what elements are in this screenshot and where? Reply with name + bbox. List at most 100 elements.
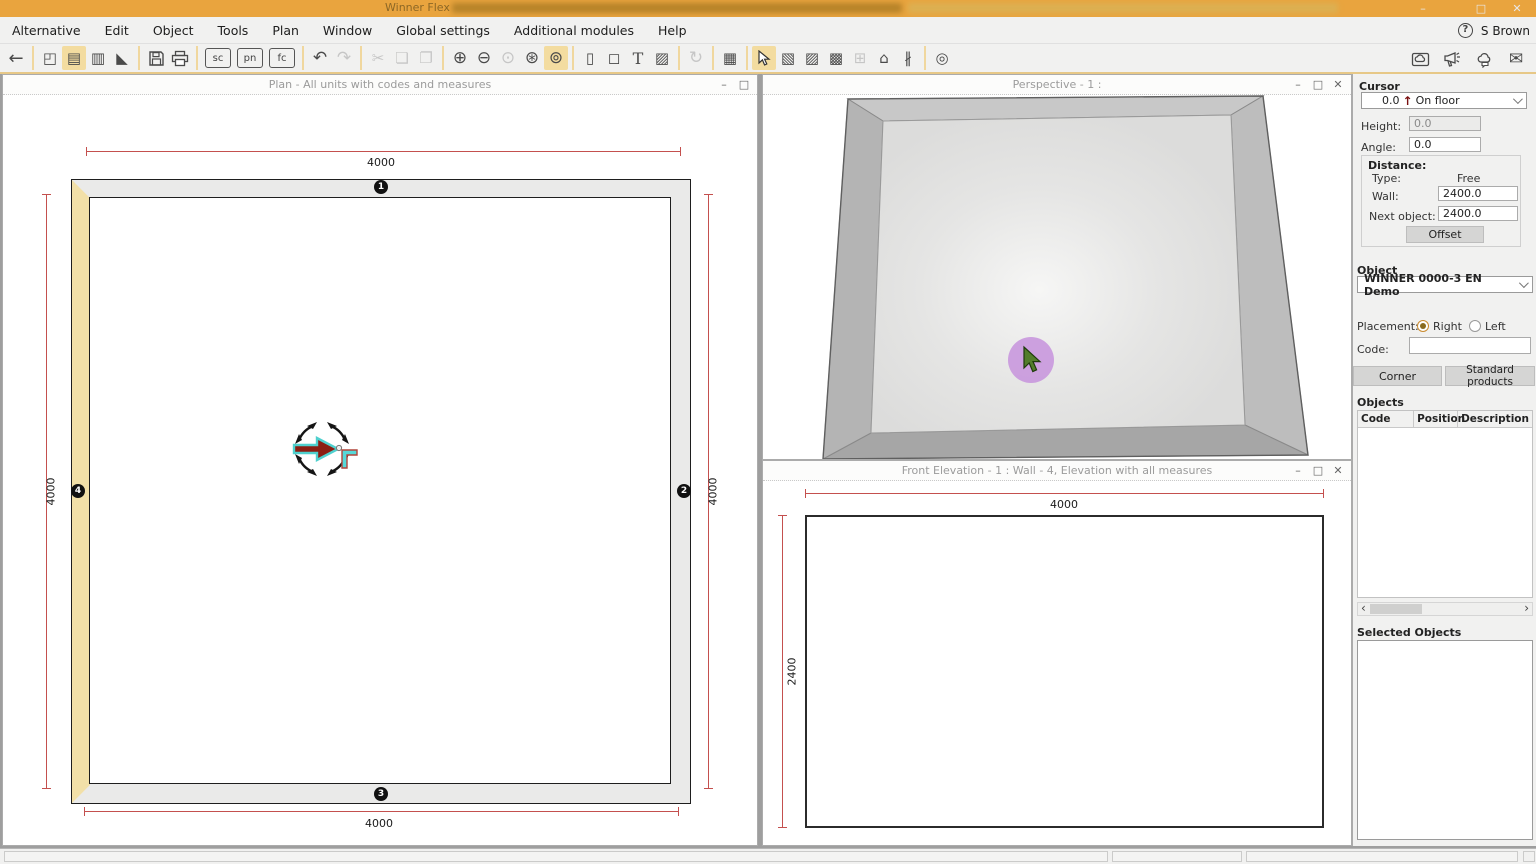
panel-maximize-icon[interactable]: □: [1309, 463, 1327, 479]
cut-icon[interactable]: ✂: [366, 46, 390, 70]
help-icon[interactable]: ?: [1458, 23, 1473, 38]
mail-icon[interactable]: ✉: [1504, 47, 1528, 71]
column-header-position[interactable]: Position: [1413, 411, 1457, 427]
panel-minimize-icon[interactable]: –: [715, 77, 733, 93]
sc-button[interactable]: sc: [205, 48, 231, 68]
cloud-chat-icon[interactable]: [1472, 47, 1496, 71]
plan-canvas[interactable]: 4000 4000 4000 4000 1 2 3 4: [3, 95, 757, 845]
refresh-icon[interactable]: ↻: [684, 46, 708, 70]
wall-tool-3-icon[interactable]: ▩: [824, 46, 848, 70]
zoom-100-icon[interactable]: ⊙: [496, 46, 520, 70]
column-header-code[interactable]: Code: [1358, 411, 1413, 427]
tape-measure-icon[interactable]: ◎: [930, 46, 954, 70]
panel-maximize-icon[interactable]: □: [735, 77, 753, 93]
resize-grip[interactable]: [1523, 851, 1535, 862]
placement-left-radio[interactable]: [1469, 320, 1481, 332]
distance-next-input[interactable]: [1438, 206, 1518, 221]
standard-products-button[interactable]: Standard products: [1445, 366, 1535, 386]
panel-maximize-icon[interactable]: □: [1309, 77, 1327, 93]
panel-minimize-icon[interactable]: –: [1289, 77, 1307, 93]
plan-view-icon[interactable]: ◰: [38, 46, 62, 70]
height-input[interactable]: [1409, 116, 1481, 131]
megaphone-icon[interactable]: [1440, 47, 1464, 71]
fc-button[interactable]: fc: [269, 48, 295, 68]
wall-tool-2-icon[interactable]: ▨: [800, 46, 824, 70]
perspective-canvas[interactable]: [763, 95, 1351, 459]
roof-tool-icon[interactable]: ⌂: [872, 46, 896, 70]
zoom-out-icon[interactable]: ⊖: [472, 46, 496, 70]
wall-badge-3[interactable]: 3: [374, 787, 388, 801]
wall-badge-1[interactable]: 1: [374, 180, 388, 194]
panel-close-icon[interactable]: ✕: [1329, 77, 1347, 93]
wall-spacing-icon[interactable]: ∦: [896, 46, 920, 70]
material-pattern-icon[interactable]: ▨: [650, 46, 674, 70]
wall-badge-4[interactable]: 4: [71, 484, 85, 498]
scroll-right-icon[interactable]: ›: [1524, 602, 1529, 615]
scroll-left-icon[interactable]: ‹: [1361, 602, 1366, 615]
panel-close-icon[interactable]: ✕: [1329, 463, 1347, 479]
cursor-z-value: 0.0: [1382, 94, 1400, 107]
distance-wall-input[interactable]: [1438, 186, 1518, 201]
print-icon[interactable]: [168, 46, 192, 70]
grid-icon[interactable]: ⊞: [848, 46, 872, 70]
objects-table-header: Code Position Description: [1358, 411, 1532, 428]
paste-icon[interactable]: ❐: [414, 46, 438, 70]
menu-item[interactable]: Help: [646, 17, 699, 44]
placement-right-radio[interactable]: [1417, 320, 1429, 332]
elevation-view-icon[interactable]: ▤: [62, 46, 86, 70]
zoom-window-icon[interactable]: ⊚: [544, 46, 568, 70]
text-tool-icon[interactable]: T: [626, 46, 650, 70]
copy-icon[interactable]: ❏: [390, 46, 414, 70]
calculator-icon[interactable]: ▦: [718, 46, 742, 70]
comment-icon[interactable]: ◻: [602, 46, 626, 70]
column-header-description[interactable]: Description: [1457, 411, 1532, 427]
menu-item[interactable]: Alternative: [0, 17, 93, 44]
catalog-dropdown[interactable]: WINNER 0000-3 EN Demo: [1357, 276, 1533, 293]
window-maximize-icon[interactable]: □: [1464, 0, 1498, 17]
toolbar-right-cluster: ✉: [1408, 47, 1528, 71]
user-name[interactable]: S Brown: [1481, 24, 1530, 38]
panel-minimize-icon[interactable]: –: [1289, 463, 1307, 479]
wall-tool-1-icon[interactable]: ▧: [776, 46, 800, 70]
objects-horizontal-scrollbar[interactable]: ‹ ›: [1357, 602, 1533, 616]
menu-bar: AlternativeEditObjectToolsPlanWindowGlob…: [0, 17, 1536, 44]
menu-item[interactable]: Edit: [93, 17, 141, 44]
offset-button[interactable]: Offset: [1406, 226, 1484, 243]
pn-button[interactable]: pn: [237, 48, 263, 68]
corner-button[interactable]: Corner: [1353, 366, 1442, 386]
zoom-in-icon[interactable]: ⊕: [448, 46, 472, 70]
redo-icon[interactable]: ↷: [332, 46, 356, 70]
plan-panel-titlebar: Plan - All units with codes and measures…: [3, 75, 757, 95]
cursor-mode-dropdown[interactable]: 0.0 ↑ On floor: [1361, 92, 1527, 109]
menu-item[interactable]: Tools: [206, 17, 261, 44]
note-icon[interactable]: ▯: [578, 46, 602, 70]
title-bar: Winner Flex – □ ✕: [0, 0, 1536, 17]
menu-item[interactable]: Plan: [260, 17, 311, 44]
status-bar: [0, 848, 1536, 864]
room-floor[interactable]: [89, 197, 671, 784]
corner-view-icon[interactable]: ◣: [110, 46, 134, 70]
room-plan[interactable]: 1 2 3 4: [71, 179, 691, 804]
save-icon[interactable]: [144, 46, 168, 70]
wall-badge-2[interactable]: 2: [677, 484, 691, 498]
objects-table[interactable]: Code Position Description: [1357, 410, 1533, 598]
window-minimize-icon[interactable]: –: [1406, 0, 1440, 17]
window-close-icon[interactable]: ✕: [1500, 0, 1534, 17]
menu-item[interactable]: Window: [311, 17, 384, 44]
menu-item[interactable]: Additional modules: [502, 17, 646, 44]
select-tool-icon[interactable]: [752, 46, 776, 70]
elevation-canvas[interactable]: 4000 2400: [763, 481, 1351, 845]
scrollbar-thumb[interactable]: [1370, 604, 1422, 614]
code-input[interactable]: [1409, 337, 1531, 354]
menu-item[interactable]: Global settings: [384, 17, 502, 44]
insertion-cursor-marker[interactable]: [286, 413, 358, 485]
unit-view-icon[interactable]: ▥: [86, 46, 110, 70]
angle-input[interactable]: [1409, 137, 1481, 152]
undo-icon[interactable]: ↶: [308, 46, 332, 70]
back-icon[interactable]: ←: [4, 46, 28, 70]
cloud-folder-icon[interactable]: [1408, 47, 1432, 71]
toolbar-separator: [678, 46, 680, 70]
menu-item[interactable]: Object: [141, 17, 206, 44]
zoom-all-icon[interactable]: ⊛: [520, 46, 544, 70]
selected-objects-list[interactable]: [1357, 640, 1533, 840]
